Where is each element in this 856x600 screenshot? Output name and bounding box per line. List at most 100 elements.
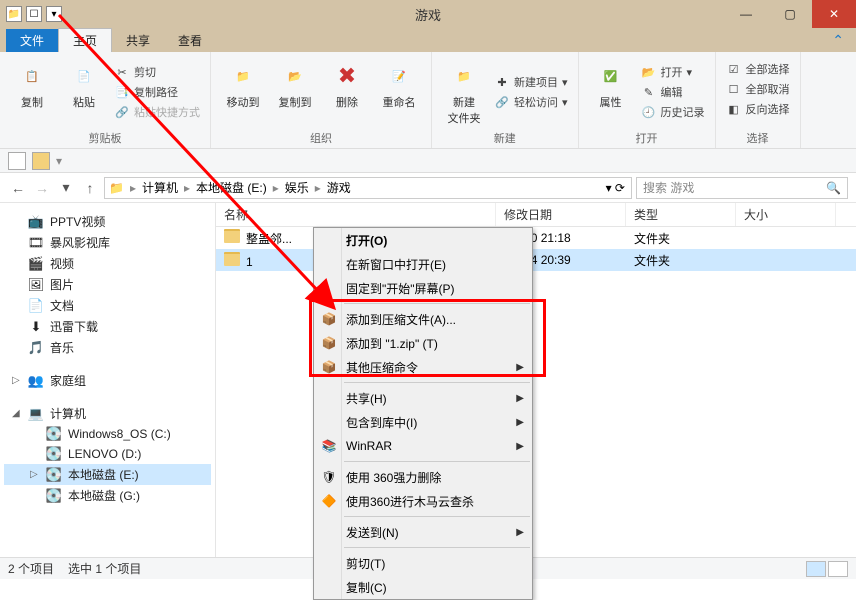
- tool-icon-2[interactable]: [32, 152, 50, 170]
- tab-file[interactable]: 文件: [6, 29, 58, 52]
- col-modified[interactable]: 修改日期: [496, 203, 626, 226]
- tab-share[interactable]: 共享: [112, 29, 164, 52]
- nav-music[interactable]: 🎵音乐: [4, 337, 211, 358]
- ctx-360delete[interactable]: 🛡使用 360强力删除: [314, 465, 532, 489]
- nav-videos[interactable]: 🎬视频: [4, 253, 211, 274]
- open-group-label: 打开: [587, 128, 707, 148]
- pasteshortcut-button[interactable]: 🔗粘贴快捷方式: [112, 103, 202, 121]
- newfolder-button[interactable]: 📁新建 文件夹: [440, 56, 488, 128]
- edit-button[interactable]: ✎编辑: [639, 83, 707, 101]
- archive-icon: 📦: [320, 358, 338, 376]
- search-box[interactable]: 搜索 游戏 🔍: [636, 177, 848, 199]
- folder-icon: [224, 229, 240, 243]
- nav-xunlei[interactable]: ⬇迅雷下载: [4, 316, 211, 337]
- tab-view[interactable]: 查看: [164, 29, 216, 52]
- nav-computer[interactable]: ◢💻计算机: [4, 403, 211, 424]
- nav-baofeng[interactable]: 🎞暴风影视库: [4, 232, 211, 253]
- nav-drive-c[interactable]: 💽Windows8_OS (C:): [4, 424, 211, 444]
- ctx-winrar[interactable]: 📚WinRAR▶: [314, 434, 532, 458]
- archive-icon: 📦: [320, 334, 338, 352]
- col-name[interactable]: 名称: [216, 203, 496, 226]
- window-title: 游戏: [415, 5, 441, 24]
- 360-icon: 🛡: [320, 468, 338, 486]
- ctx-cut[interactable]: 剪切(T): [314, 551, 532, 575]
- nav-drive-e[interactable]: ▷💽本地磁盘 (E:): [4, 464, 211, 485]
- archive-icon: 📦: [320, 310, 338, 328]
- breadcrumb-computer[interactable]: 计算机: [142, 179, 178, 196]
- breadcrumb-folder2[interactable]: 游戏: [327, 179, 351, 196]
- copyto-button[interactable]: 📂复制到: [271, 56, 319, 128]
- copypath-button[interactable]: 📑复制路径: [112, 83, 202, 101]
- view-details-button[interactable]: [806, 561, 826, 577]
- file-list-pane: 名称 修改日期 类型 大小 整蛊邻... 5/6/20 21:18 文件夹 1 …: [216, 203, 856, 557]
- 360-icon: 🔶: [320, 492, 338, 510]
- open-button[interactable]: 📂打开 ▾: [639, 63, 707, 81]
- moveto-button[interactable]: 📁移动到: [219, 56, 267, 128]
- nav-pptv[interactable]: 📺PPTV视频: [4, 211, 211, 232]
- easyaccess-button[interactable]: 🔗轻松访问 ▾: [492, 93, 570, 111]
- address-bar[interactable]: 📁▸ 计算机▸ 本地磁盘 (E:)▸ 娱乐▸ 游戏 ▾ ⟳: [104, 177, 632, 199]
- new-qat-icon[interactable]: ▾: [46, 6, 62, 22]
- ctx-sendto[interactable]: 发送到(N)▶: [314, 520, 532, 544]
- ctx-othercompress[interactable]: 📦其他压缩命令▶: [314, 355, 532, 379]
- ribbon-group-organize: 📁移动到 📂复制到 ✖删除 📝重命名 组织: [211, 52, 432, 148]
- help-icon[interactable]: ⌃: [832, 32, 844, 49]
- ctx-share[interactable]: 共享(H)▶: [314, 386, 532, 410]
- selectnone-button[interactable]: ☐全部取消: [724, 80, 792, 98]
- column-headers: 名称 修改日期 类型 大小: [216, 203, 856, 227]
- forward-button[interactable]: →: [32, 178, 52, 198]
- status-count: 2 个项目: [8, 560, 54, 577]
- clipboard-group-label: 剪贴板: [8, 128, 202, 148]
- view-icons-button[interactable]: [828, 561, 848, 577]
- ctx-newwindow[interactable]: 在新窗口中打开(E): [314, 252, 532, 276]
- ctx-pintostart[interactable]: 固定到"开始"屏幕(P): [314, 276, 532, 300]
- properties-button[interactable]: ✅属性: [587, 56, 635, 128]
- tool-icon-1[interactable]: [8, 152, 26, 170]
- ribbon: 📋 复制 📄 粘贴 ✂剪切 📑复制路径 🔗粘贴快捷方式 剪贴板 📁移动到 📂复制…: [0, 52, 856, 149]
- cut-button[interactable]: ✂剪切: [112, 63, 202, 81]
- ctx-360trojan[interactable]: 🔶使用360进行木马云查杀: [314, 489, 532, 513]
- breadcrumb-drive[interactable]: 本地磁盘 (E:): [196, 179, 267, 196]
- tab-home[interactable]: 主页: [58, 28, 112, 52]
- quick-toolbar: ▾: [0, 149, 856, 173]
- props-qat-icon[interactable]: ☐: [26, 6, 42, 22]
- col-type[interactable]: 类型: [626, 203, 736, 226]
- ctx-addzip[interactable]: 📦添加到 "1.zip" (T): [314, 331, 532, 355]
- ctx-addarchive[interactable]: 📦添加到压缩文件(A)...: [314, 307, 532, 331]
- invert-button[interactable]: ◧反向选择: [724, 100, 792, 118]
- select-group-label: 选择: [724, 128, 792, 148]
- ribbon-group-clipboard: 📋 复制 📄 粘贴 ✂剪切 📑复制路径 🔗粘贴快捷方式 剪贴板: [0, 52, 211, 148]
- paste-button[interactable]: 📄 粘贴: [60, 56, 108, 128]
- file-row-1[interactable]: 1 5/7/24 20:39 文件夹: [216, 249, 856, 271]
- copy-label: 复制: [21, 94, 43, 110]
- nav-pictures[interactable]: 🖼图片: [4, 274, 211, 295]
- file-row-0[interactable]: 整蛊邻... 5/6/20 21:18 文件夹: [216, 227, 856, 249]
- nav-drive-g[interactable]: 💽本地磁盘 (G:): [4, 485, 211, 506]
- maximize-button[interactable]: ▢: [768, 0, 812, 28]
- ctx-open[interactable]: 打开(O): [314, 228, 532, 252]
- new-group-label: 新建: [440, 128, 570, 148]
- back-button[interactable]: ←: [8, 178, 28, 198]
- ctx-include[interactable]: 包含到库中(I)▶: [314, 410, 532, 434]
- up-button[interactable]: ↑: [80, 178, 100, 198]
- nav-documents[interactable]: 📄文档: [4, 295, 211, 316]
- winrar-icon: 📚: [320, 437, 338, 455]
- close-button[interactable]: ✕: [812, 0, 856, 28]
- delete-button[interactable]: ✖删除: [323, 56, 371, 128]
- folder-icon: [224, 252, 240, 266]
- navigation-pane: 📺PPTV视频 🎞暴风影视库 🎬视频 🖼图片 📄文档 ⬇迅雷下载 🎵音乐 ▷👥家…: [0, 203, 215, 557]
- history-button[interactable]: 🕘历史记录: [639, 103, 707, 121]
- breadcrumb-folder1[interactable]: 娱乐: [285, 179, 309, 196]
- newitem-button[interactable]: ✚新建项目 ▾: [492, 73, 570, 91]
- recent-dropdown[interactable]: ▾: [56, 178, 76, 198]
- selectall-button[interactable]: ☑全部选择: [724, 60, 792, 78]
- rename-button[interactable]: 📝重命名: [375, 56, 423, 128]
- col-size[interactable]: 大小: [736, 203, 836, 226]
- minimize-button[interactable]: —: [724, 0, 768, 28]
- copy-button[interactable]: 📋 复制: [8, 56, 56, 128]
- address-bar-row: ← → ▾ ↑ 📁▸ 计算机▸ 本地磁盘 (E:)▸ 娱乐▸ 游戏 ▾ ⟳ 搜索…: [0, 173, 856, 203]
- ribbon-group-select: ☑全部选择 ☐全部取消 ◧反向选择 选择: [716, 52, 801, 148]
- nav-drive-d[interactable]: 💽LENOVO (D:): [4, 444, 211, 464]
- nav-homegroup[interactable]: ▷👥家庭组: [4, 370, 211, 391]
- ribbon-group-open: ✅属性 📂打开 ▾ ✎编辑 🕘历史记录 打开: [579, 52, 716, 148]
